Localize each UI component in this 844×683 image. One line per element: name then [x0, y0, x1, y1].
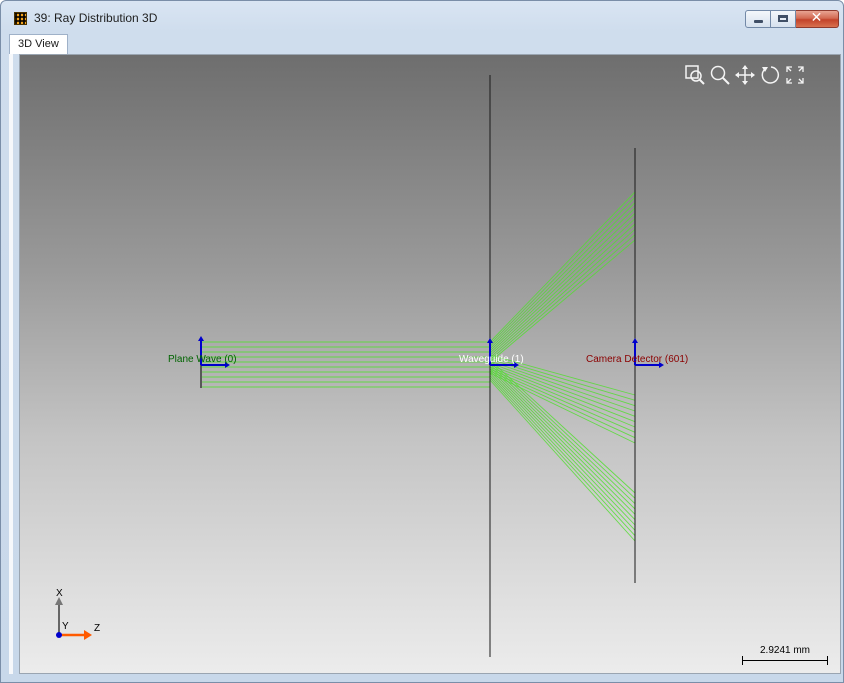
ray-scene: Plane Wave (0) Waveguide (1) Camera Dete…: [168, 75, 688, 657]
ray-bundle: [202, 191, 636, 542]
3d-viewport[interactable]: Plane Wave (0) Waveguide (1) Camera Dete…: [20, 55, 840, 673]
ray-line: [489, 213, 636, 352]
close-button[interactable]: ✕: [796, 10, 839, 28]
ray-line: [489, 377, 636, 536]
axis-triad: X Y Z: [48, 585, 118, 645]
camera-detector-label[interactable]: Camera Detector (601): [586, 354, 688, 365]
zoom-icon[interactable]: [709, 64, 731, 86]
ray-line: [489, 364, 636, 504]
window-title: 39: Ray Distribution 3D: [34, 11, 158, 25]
ray-line: [489, 223, 636, 356]
title-bar[interactable]: 39: Ray Distribution 3D ✕: [1, 1, 843, 31]
maximize-button[interactable]: [771, 10, 796, 28]
close-icon: ✕: [810, 10, 823, 26]
axis-z-label: Z: [94, 623, 101, 634]
app-icon[interactable]: [14, 12, 27, 25]
minimize-button[interactable]: [745, 10, 771, 28]
ray-line: [489, 234, 636, 361]
application-window: 39: Ray Distribution 3D ✕ 3D View Plane …: [0, 0, 844, 683]
waveguide-label[interactable]: Waveguide (1): [459, 354, 524, 365]
viewport-frame: Plane Wave (0) Waveguide (1) Camera Dete…: [19, 54, 841, 674]
ray-line: [489, 239, 636, 363]
tab-3d-view[interactable]: 3D View: [9, 34, 68, 54]
ray-line: [489, 202, 636, 347]
scale-bar: 2.9241 mm: [740, 645, 830, 665]
ray-line: [489, 191, 636, 343]
ray-line: [489, 359, 636, 494]
ray-line: [489, 366, 636, 510]
fit-view-icon[interactable]: [784, 64, 806, 86]
ray-line: [489, 218, 636, 354]
scale-bar-tick-left: [742, 656, 743, 665]
axis-y-label: Y: [62, 621, 69, 632]
ray-line: [489, 366, 636, 428]
pan-icon[interactable]: [734, 64, 756, 86]
plane-wave-label[interactable]: Plane Wave (0): [168, 354, 237, 365]
ray-line: [489, 207, 636, 349]
rotate-icon[interactable]: [759, 64, 781, 86]
axis-x-label: X: [56, 588, 63, 599]
ray-line: [489, 197, 636, 345]
maximize-icon: [778, 15, 788, 22]
ray-line: [489, 373, 636, 526]
window-controls: ✕: [745, 10, 839, 28]
ray-line: [489, 368, 636, 515]
zoom-window-icon[interactable]: [684, 64, 706, 86]
ray-line: [489, 228, 636, 358]
minimize-icon: [754, 20, 763, 23]
scale-bar-line: [742, 660, 828, 661]
left-border: [9, 54, 13, 674]
scale-bar-tick-right: [827, 656, 828, 665]
scale-bar-label: 2.9241 mm: [759, 645, 811, 656]
